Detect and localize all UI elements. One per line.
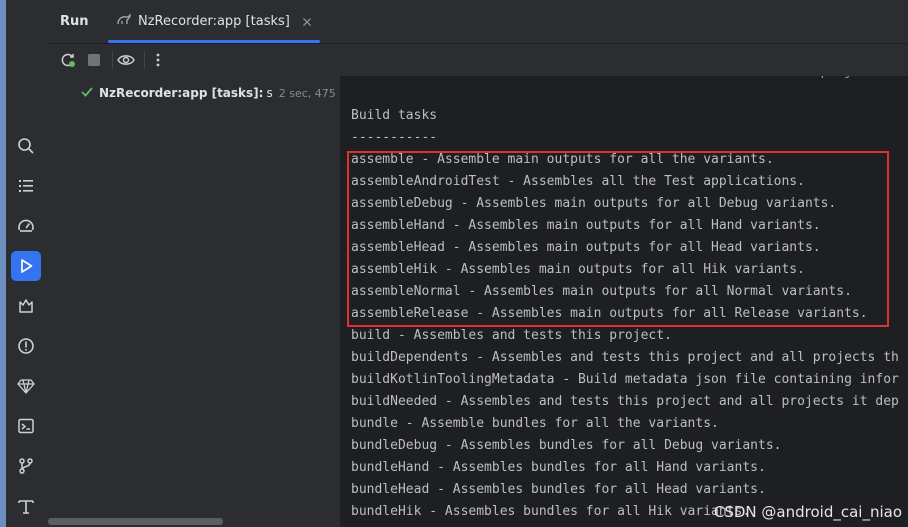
toolbar-separator: [144, 52, 145, 68]
console-line: bundleHead - Assembles bundles for all H…: [351, 482, 766, 497]
tab-nzrecorder-tasks[interactable]: NzRecorder:app [tasks]: [108, 0, 320, 43]
tree-node-label: NzRecorder:app [tasks]:: [99, 86, 264, 100]
console-line: buildDependents - Assembles and tests th…: [351, 350, 899, 365]
run-panel-title: Run: [60, 14, 89, 29]
console-line: buildNeeded - Assembles and tests this p…: [351, 394, 899, 409]
console-line: bundleHand - Assembles bundles for all H…: [351, 460, 766, 475]
active-tab-indicator: [108, 40, 320, 43]
console-line: sourceSets - Prints out all the source s…: [351, 76, 883, 79]
console-output[interactable]: sourceSets - Prints out all the source s…: [340, 76, 908, 527]
run-toolbar: [48, 44, 908, 76]
console-line: build - Assembles and tests this project…: [351, 328, 672, 343]
tree-node-suffix: s: [266, 86, 273, 100]
console-line: bundleHik - Assembles bundles for all Hi…: [351, 504, 751, 519]
horizontal-scrollbar[interactable]: [48, 518, 223, 525]
console-line: buildKotlinToolingMetadata - Build metad…: [351, 372, 899, 387]
gradle-icon: [116, 12, 132, 31]
tool-window-bar: [6, 0, 49, 527]
tree-node-task[interactable]: NzRecorder:app [tasks]: s 2 sec, 475 ms: [81, 86, 356, 100]
tab-label: NzRecorder:app [tasks]: [138, 14, 290, 29]
highlight-box: [347, 151, 889, 327]
more-icon[interactable]: [148, 50, 168, 70]
run-tree: NzRecorder:app [tasks]: s 2 sec, 475 ms: [48, 76, 356, 527]
console-line: Build tasks: [351, 108, 438, 123]
terminal-icon[interactable]: [11, 411, 41, 441]
search-icon[interactable]: [11, 131, 41, 161]
console-line: -----------: [351, 130, 438, 145]
structure-icon[interactable]: [11, 171, 41, 201]
eye-icon[interactable]: [116, 50, 136, 70]
check-icon: [81, 86, 93, 100]
build-variants-icon[interactable]: [11, 291, 41, 321]
watermark: CSDN @android_cai_niao: [713, 503, 902, 521]
toolbar-separator: [112, 52, 113, 68]
rerun-icon[interactable]: [58, 50, 78, 70]
typography-icon[interactable]: [11, 491, 41, 521]
problems-icon[interactable]: [11, 331, 41, 361]
stop-icon[interactable]: [84, 50, 104, 70]
console-line: bundleDebug - Assembles bundles for all …: [351, 438, 782, 453]
console-line: bundle - Assemble bundles for all the va…: [351, 416, 719, 431]
profiler-icon[interactable]: [11, 211, 41, 241]
gem-icon[interactable]: [11, 371, 41, 401]
run-panel-header: Run NzRecorder:app [tasks]: [48, 0, 908, 44]
close-icon[interactable]: [302, 12, 312, 31]
run-icon[interactable]: [11, 251, 41, 281]
git-icon[interactable]: [11, 451, 41, 481]
